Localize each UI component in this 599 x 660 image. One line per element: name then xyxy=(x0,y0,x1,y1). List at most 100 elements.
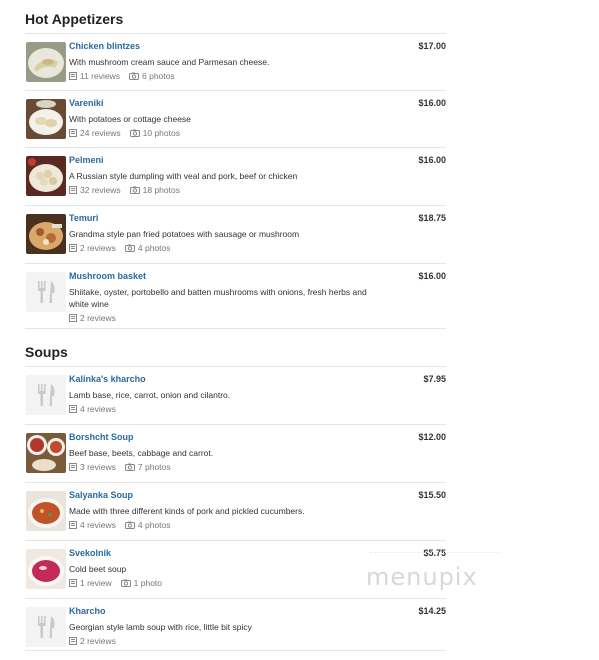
menu-item: Temuri $18.75 Grandma style pan fried pota… xyxy=(25,206,446,264)
reviews-link[interactable]: 1 review xyxy=(69,578,112,588)
reviews-link[interactable]: 2 reviews xyxy=(69,243,116,253)
item-price: $16.00 xyxy=(418,155,446,165)
item-description: Made with three different kinds of pork … xyxy=(69,506,305,516)
camera-icon xyxy=(129,186,140,196)
dish-photo[interactable] xyxy=(26,42,66,82)
item-description: Shiitake, oyster, portobello and batten … xyxy=(69,287,367,309)
review-icon xyxy=(69,405,77,415)
item-meta: 4 reviews xyxy=(69,404,125,415)
dish-photo[interactable] xyxy=(26,491,66,531)
item-meta: 4 reviews 4 photos xyxy=(69,520,180,531)
item-description: Beef base, beets, cabbage and carrot. xyxy=(69,448,214,458)
item-meta: 32 reviews 18 photos xyxy=(69,185,189,196)
item-price: $18.75 xyxy=(418,213,446,223)
camera-icon xyxy=(129,129,140,139)
camera-icon xyxy=(124,244,135,254)
item-meta: 11 reviews 6 photos xyxy=(69,71,184,82)
section-title: Soups xyxy=(25,341,446,367)
photos-link[interactable]: 6 photos xyxy=(129,71,175,81)
item-name-link[interactable]: Borshcht Soup xyxy=(69,432,134,442)
item-price: $14.25 xyxy=(418,606,446,616)
reviews-link[interactable]: 2 reviews xyxy=(69,636,116,646)
menu-item: Vareniki $16.00 With potatoes or cottage c… xyxy=(25,91,446,148)
item-description: A Russian style dumpling with veal and p… xyxy=(69,171,298,181)
item-list: Kalinka's kharcho $7.95 Lamb base, rice, c… xyxy=(25,367,446,651)
item-description: With potatoes or cottage cheese xyxy=(69,114,191,124)
reviews-link[interactable]: 4 reviews xyxy=(69,520,116,530)
watermark-logo: menupix xyxy=(366,563,478,591)
item-price: $16.00 xyxy=(418,98,446,108)
item-description: Grandma style pan fried potatoes with sa… xyxy=(69,229,300,239)
reviews-link[interactable]: 24 reviews xyxy=(69,128,121,138)
item-name-link[interactable]: Svekolnik xyxy=(69,548,111,558)
review-icon xyxy=(69,637,77,647)
menu-item: Kalinka's kharcho $7.95 Lamb base, rice, c… xyxy=(25,367,446,425)
camera-icon xyxy=(124,463,135,473)
photos-link[interactable]: 1 photo xyxy=(120,578,162,589)
reviews-link[interactable]: 32 reviews xyxy=(69,185,121,195)
review-icon xyxy=(69,579,77,589)
item-name-link[interactable]: Kharcho xyxy=(69,606,106,616)
menu-item: Mushroom basket $16.00 Shiitake, oyster, p… xyxy=(25,264,446,329)
item-list: Chicken blintzes $17.00 With mushroom crea… xyxy=(25,34,446,329)
section-title: Hot Appetizers xyxy=(25,8,446,34)
photos-link[interactable]: 18 photos xyxy=(129,185,180,196)
item-description: With mushroom cream sauce and Parmesan c… xyxy=(69,57,270,67)
section-soups: Soups Kalinka's kharcho $7.95 Lamb base, r… xyxy=(25,341,446,651)
camera-icon xyxy=(129,72,139,82)
item-price: $7.95 xyxy=(423,374,446,384)
item-price: $5.75 xyxy=(423,548,446,558)
reviews-link[interactable]: 2 reviews xyxy=(69,313,116,323)
item-name-link[interactable]: Kalinka's kharcho xyxy=(69,374,146,384)
item-name-link[interactable]: Mushroom basket xyxy=(69,271,146,281)
photos-link[interactable]: 4 photos xyxy=(124,520,171,531)
item-price: $15.50 xyxy=(418,490,446,500)
fork-knife-placeholder-icon xyxy=(26,272,66,312)
item-name-link[interactable]: Pelmeni xyxy=(69,155,104,165)
camera-icon xyxy=(120,579,131,589)
review-icon xyxy=(69,521,77,531)
item-meta: 3 reviews 7 photos xyxy=(69,462,180,473)
fork-knife-placeholder-icon xyxy=(26,607,66,647)
review-icon xyxy=(69,244,77,254)
item-price: $17.00 xyxy=(418,41,446,51)
photos-link[interactable]: 7 photos xyxy=(124,462,171,473)
photos-link[interactable]: 10 photos xyxy=(129,128,180,139)
review-icon xyxy=(69,463,77,473)
review-icon xyxy=(69,129,77,139)
item-description: Cold beet soup xyxy=(69,564,127,574)
menu-item: Kharcho $14.25 Georgian style lamb soup wi… xyxy=(25,599,446,651)
camera-icon xyxy=(124,521,135,531)
dish-photo[interactable] xyxy=(26,99,66,139)
fork-knife-placeholder-icon xyxy=(26,375,66,415)
item-description: Lamb base, rice, carrot, onion and cilan… xyxy=(69,390,231,400)
review-icon xyxy=(69,314,77,324)
menu-item: Salyanka Soup $15.50 Made with three diffe… xyxy=(25,483,446,541)
item-description: Georgian style lamb soup with rice, litt… xyxy=(69,622,252,632)
item-name-link[interactable]: Vareniki xyxy=(69,98,104,108)
review-icon xyxy=(69,72,77,82)
item-meta: 24 reviews 10 photos xyxy=(69,128,189,139)
dish-photo[interactable] xyxy=(26,214,66,254)
menu-item: Pelmeni $16.00 A Russian style dumpling wi… xyxy=(25,148,446,206)
section-hot-appetizers: Hot Appetizers Chicken blintzes $17.00 Wit… xyxy=(25,8,446,329)
item-meta: 1 review 1 photo xyxy=(69,578,171,589)
dish-photo[interactable] xyxy=(26,433,66,473)
item-name-link[interactable]: Chicken blintzes xyxy=(69,41,140,51)
item-price: $16.00 xyxy=(418,271,446,281)
item-meta: 2 reviews 4 photos xyxy=(69,243,180,254)
menu-item: Chicken blintzes $17.00 With mushroom crea… xyxy=(25,34,446,91)
item-meta: 2 reviews xyxy=(69,313,125,324)
item-name-link[interactable]: Salyanka Soup xyxy=(69,490,133,500)
item-name-link[interactable]: Temuri xyxy=(69,213,98,223)
dish-photo[interactable] xyxy=(26,156,66,196)
menu-item: Borshcht Soup $12.00 Beef base, beets, cab… xyxy=(25,425,446,483)
reviews-link[interactable]: 3 reviews xyxy=(69,462,116,472)
item-price: $12.00 xyxy=(418,432,446,442)
item-meta: 2 reviews xyxy=(69,636,125,647)
review-icon xyxy=(69,186,77,196)
reviews-link[interactable]: 4 reviews xyxy=(69,404,116,414)
photos-link[interactable]: 4 photos xyxy=(124,243,171,254)
reviews-link[interactable]: 11 reviews xyxy=(69,71,120,81)
dish-photo[interactable] xyxy=(26,549,66,589)
